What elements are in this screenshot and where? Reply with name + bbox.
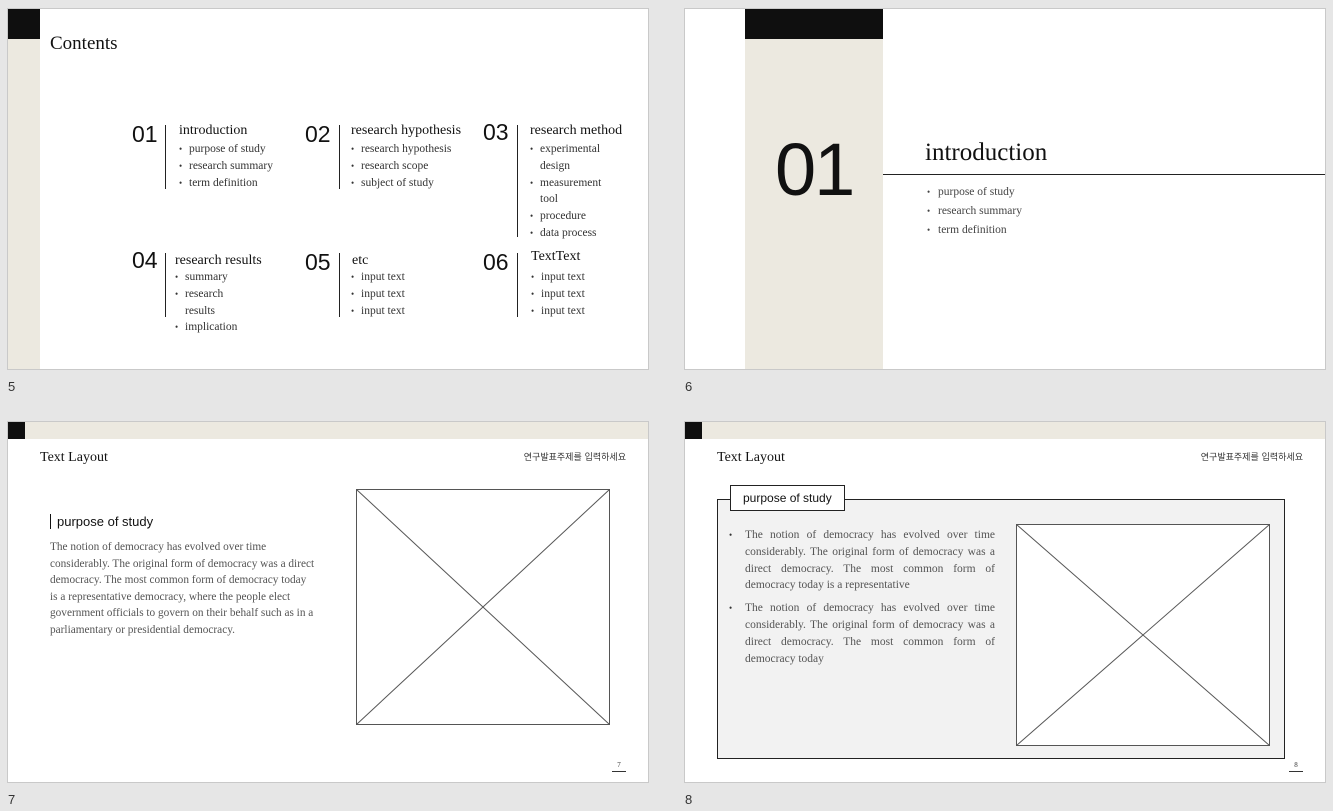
divider <box>339 253 340 317</box>
list-item: input text <box>531 303 631 320</box>
list-item: research results <box>175 286 241 320</box>
divider <box>517 253 518 317</box>
corner-block <box>8 9 40 39</box>
item-number: 03 <box>483 119 509 145</box>
list-item: summary <box>175 269 241 286</box>
divider <box>339 125 340 189</box>
slide-number-label: 7 <box>8 792 16 807</box>
divider <box>517 125 518 237</box>
list-item: experimental design <box>530 141 610 175</box>
presentation-subject: 연구발표주제를 입력하세요 <box>1200 453 1303 463</box>
item-number: 04 <box>132 247 158 273</box>
slide-number-label: 6 <box>685 379 693 394</box>
item-number: 06 <box>483 249 509 275</box>
section-label-box: purpose of study <box>730 485 845 511</box>
slide-number-label: 5 <box>8 379 16 394</box>
corner-block <box>745 9 883 39</box>
item-heading: introduction <box>179 123 248 138</box>
item-number: 02 <box>305 121 331 147</box>
item-heading: research hypothesis <box>351 123 462 138</box>
slide-title: Text Layout <box>40 450 108 465</box>
item-heading: etc <box>352 253 369 268</box>
section-heading: introduction <box>925 139 1048 166</box>
section-heading: purpose of study <box>50 514 153 529</box>
item-heading: research method <box>530 123 623 138</box>
image-placeholder <box>356 489 610 725</box>
list-item: data process <box>530 225 610 242</box>
divider <box>165 253 166 317</box>
item-number: 05 <box>305 249 331 275</box>
list-item: procedure <box>530 208 610 225</box>
slide-thumbnail-5[interactable]: Contents 01 introduction purpose of stud… <box>7 8 649 370</box>
presentation-subject: 연구발표주제를 입력하세요 <box>523 453 626 463</box>
list-item: subject of study <box>351 175 471 192</box>
image-placeholder <box>1016 524 1270 746</box>
list-item: input text <box>531 286 631 303</box>
body-text: The notion of democracy has evolved over… <box>50 541 315 636</box>
list-item: input text <box>531 269 631 286</box>
slide-title: Text Layout <box>717 450 785 465</box>
list-item: The notion of democracy has evolved over… <box>729 600 995 667</box>
item-heading: TextText <box>531 249 581 264</box>
list-item: term definition <box>927 221 1022 240</box>
page-number: 8 <box>1289 761 1303 772</box>
top-band <box>685 422 1325 439</box>
corner-block <box>685 422 702 439</box>
slide-thumbnail-7[interactable]: Text Layout 연구발표주제를 입력하세요 purpose of stu… <box>7 421 649 783</box>
left-accent-bar <box>8 9 40 369</box>
list-item: research summary <box>927 202 1022 221</box>
slide-number-label: 8 <box>685 792 693 807</box>
item-heading: research results <box>175 253 262 268</box>
section-number: 01 <box>775 128 855 211</box>
item-number: 01 <box>132 121 158 147</box>
slide-thumbnail-8[interactable]: Text Layout 연구발표주제를 입력하세요 purpose of stu… <box>684 421 1326 783</box>
list-item: research summary <box>179 158 289 175</box>
page-number: 7 <box>612 761 626 772</box>
corner-block <box>8 422 25 439</box>
list-item: input text <box>351 303 451 320</box>
slide-title: Contents <box>50 33 118 54</box>
bullet-list: The notion of democracy has evolved over… <box>729 527 995 673</box>
list-item: input text <box>351 286 451 303</box>
list-item: research hypothesis <box>351 141 471 158</box>
list-item: purpose of study <box>927 183 1022 202</box>
top-band <box>8 422 648 439</box>
slide-thumbnail-6[interactable]: 01 introduction purpose of study researc… <box>684 8 1326 370</box>
divider <box>883 174 1325 175</box>
section-list: purpose of study research summary term d… <box>927 183 1022 240</box>
divider <box>165 125 166 189</box>
list-item: research scope <box>351 158 471 175</box>
list-item: measurement tool <box>530 175 610 209</box>
list-item: purpose of study <box>179 141 289 158</box>
list-item: implication <box>175 319 241 336</box>
list-item: The notion of democracy has evolved over… <box>729 527 995 594</box>
list-item: term definition <box>179 175 289 192</box>
list-item: input text <box>351 269 451 286</box>
